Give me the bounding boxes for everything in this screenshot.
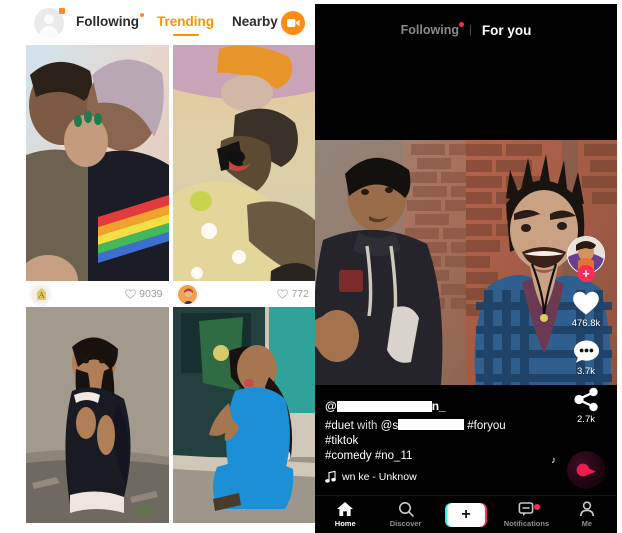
like-count: 772 <box>291 288 309 300</box>
music-info[interactable]: wn ke - Unknow <box>325 471 540 483</box>
heart-icon <box>573 291 599 315</box>
like-button[interactable]: 476.8k <box>571 290 601 329</box>
svg-text:A: A <box>38 291 45 300</box>
tab-trending[interactable]: Trending <box>157 14 214 31</box>
nav-me-label: Me <box>581 519 593 528</box>
camera-icon[interactable] <box>281 10 305 35</box>
share-count: 2.7k <box>577 414 595 425</box>
username-at-prefix: @ <box>325 399 337 413</box>
thumbnail-image <box>172 307 315 523</box>
nav-home-label: Home <box>334 519 356 528</box>
action-rail: + 476.8k 3.7k 2.7k <box>563 236 609 435</box>
notification-dot <box>59 7 65 14</box>
search-icon <box>398 502 414 517</box>
music-disc[interactable]: ♪ <box>551 451 605 489</box>
music-note-icon <box>325 471 336 483</box>
nav-create[interactable]: + <box>436 502 496 527</box>
tab-nearby[interactable]: Nearby <box>232 14 278 31</box>
nav-home[interactable]: Home <box>315 501 375 528</box>
screen-root: Following Trending Nearby A 9039 772 Fol… <box>0 0 622 533</box>
hashtags-comedy-no11[interactable]: #comedy #no_11 <box>325 450 412 462</box>
thumbnail-image <box>172 45 315 307</box>
heart-icon <box>125 289 137 299</box>
tt-tab-for-you-label: For you <box>481 22 532 38</box>
tiktok-feed-tabs: Following | For you <box>315 4 617 56</box>
tab-following-dot <box>140 13 144 17</box>
username-redaction-bar <box>336 400 432 412</box>
grid-item[interactable]: A 9039 <box>26 45 169 307</box>
video-grid: A 9039 772 <box>26 45 315 523</box>
hashtag-duet[interactable]: #duet <box>325 420 354 432</box>
tt-tab-following[interactable]: Following <box>400 22 464 37</box>
tt-following-dot <box>458 22 464 27</box>
tt-tab-for-you[interactable]: For you <box>482 23 532 38</box>
tt-tab-following-label: Following <box>400 23 459 37</box>
tab-following[interactable]: Following <box>76 13 144 31</box>
duet-left-half <box>315 140 466 385</box>
tab-following-label: Following <box>76 14 139 29</box>
person-icon <box>579 501 594 517</box>
creator-mini-avatar[interactable]: A <box>30 283 51 305</box>
like-count-group: 9039 <box>125 288 163 300</box>
feed-tabs: Following Trending Nearby <box>76 13 281 31</box>
grid-item[interactable]: 772 <box>172 45 315 307</box>
follow-button[interactable]: + <box>577 265 595 282</box>
grid-item-footer: A 9039 <box>26 281 169 307</box>
tab-trending-label: Trending <box>157 14 214 29</box>
nav-notifications-label: Notifications <box>503 519 550 528</box>
tab-nearby-label: Nearby <box>232 14 278 29</box>
nav-discover-label: Discover <box>389 519 422 528</box>
caption-text: #duet with @s #foryou #tiktok #comedy #n… <box>325 419 540 464</box>
nav-me[interactable]: Me <box>557 501 617 528</box>
like-count: 476.8k <box>571 318 601 329</box>
like-count-group: 772 <box>277 288 309 300</box>
bottom-navigation: Home Discover + Notifications Me <box>315 495 617 533</box>
share-icon <box>573 387 598 412</box>
grid-item[interactable] <box>26 307 169 523</box>
thumbnail-image <box>26 45 169 307</box>
floating-music-note-icon: ♪ <box>551 455 556 466</box>
notification-badge <box>533 504 540 510</box>
heart-icon <box>277 289 289 299</box>
trending-feed-panel: Following Trending Nearby A 9039 772 <box>26 0 315 523</box>
video-caption: @ n_ #duet with @s #foryou #tiktok #come… <box>325 399 540 483</box>
comment-button[interactable]: 3.7k <box>573 339 600 377</box>
caption-username[interactable]: @ n_ <box>325 399 540 413</box>
follow-plus-label: + <box>582 266 590 281</box>
mention-redaction-bar <box>398 419 465 430</box>
avatar[interactable] <box>34 7 65 38</box>
like-count: 9039 <box>139 288 163 300</box>
comment-icon <box>573 340 599 363</box>
grid-item-footer: 772 <box>172 281 315 307</box>
inbox-icon <box>519 502 534 516</box>
mention-handle[interactable]: @s <box>381 420 398 432</box>
caption-with-word: with <box>356 420 378 432</box>
tiktok-panel: Following | For you + 476.8k 3.7k 2.7k @… <box>315 4 617 533</box>
thumbnail-image <box>26 307 169 523</box>
username-suffix: n_ <box>431 399 446 413</box>
creator-avatar[interactable]: + <box>567 236 605 282</box>
creator-mini-avatar[interactable] <box>176 283 198 305</box>
share-button[interactable]: 2.7k <box>573 387 600 425</box>
music-title: wn ke - Unknow <box>342 471 417 483</box>
nav-discover[interactable]: Discover <box>375 501 435 528</box>
tab-separator: | <box>468 24 472 36</box>
home-icon <box>337 502 354 516</box>
plus-icon: + <box>447 502 486 527</box>
plus-button[interactable]: + <box>445 502 488 527</box>
nav-notifications[interactable]: Notifications <box>496 501 556 528</box>
feed-header: Following Trending Nearby <box>26 0 315 45</box>
grid-item[interactable] <box>172 307 315 523</box>
comment-count: 3.7k <box>577 366 595 377</box>
